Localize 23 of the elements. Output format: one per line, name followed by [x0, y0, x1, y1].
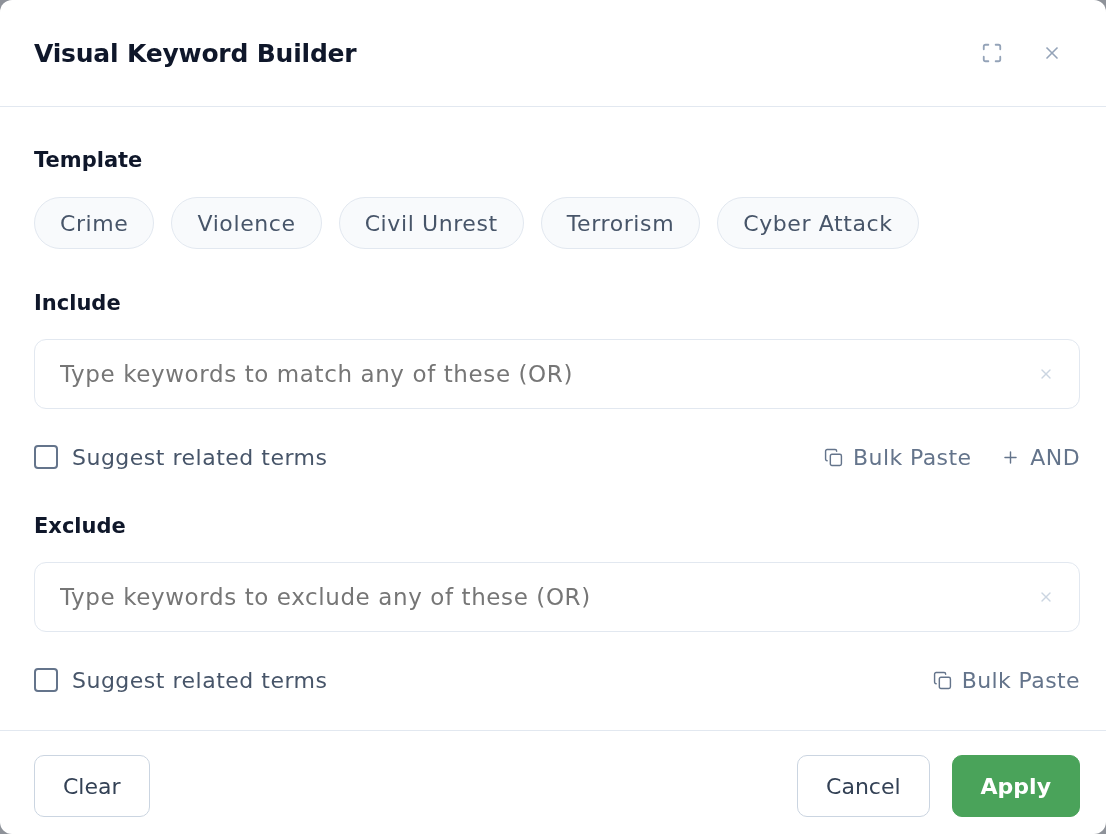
bulk-paste-link[interactable]: Bulk Paste: [824, 444, 972, 470]
keyword-input[interactable]: Type keywords to exclude any of these (OR): [34, 562, 1080, 632]
section-label: Include: [34, 290, 122, 317]
template-chip[interactable]: Civil Unrest: [338, 197, 524, 249]
checkbox-label: Suggest related terms: [72, 444, 328, 470]
section-label: Exclude: [34, 513, 127, 540]
outline-button[interactable]: Cancel: [797, 755, 930, 817]
copy-icon: [824, 447, 844, 467]
outline-button[interactable]: Clear: [34, 755, 150, 817]
add-and-link[interactable]: AND: [1001, 444, 1080, 470]
template-chip[interactable]: Cyber Attack: [717, 197, 919, 249]
keyword-input[interactable]: Type keywords to match any of these (OR): [34, 339, 1080, 409]
checkbox[interactable]: [34, 668, 58, 692]
template-chip[interactable]: Terrorism: [540, 197, 701, 249]
section-label: Template: [34, 147, 144, 174]
template-chip[interactable]: Crime: [34, 197, 155, 249]
checkbox-label: Suggest related terms: [72, 667, 328, 693]
copy-icon: [932, 670, 952, 690]
expand-icon: [981, 42, 1003, 64]
dialog-title: Visual Keyword Builder: [34, 38, 357, 68]
checkbox[interactable]: [34, 445, 58, 469]
template-chip[interactable]: Violence: [171, 197, 322, 249]
bulk-paste-link[interactable]: Bulk Paste: [932, 667, 1080, 693]
